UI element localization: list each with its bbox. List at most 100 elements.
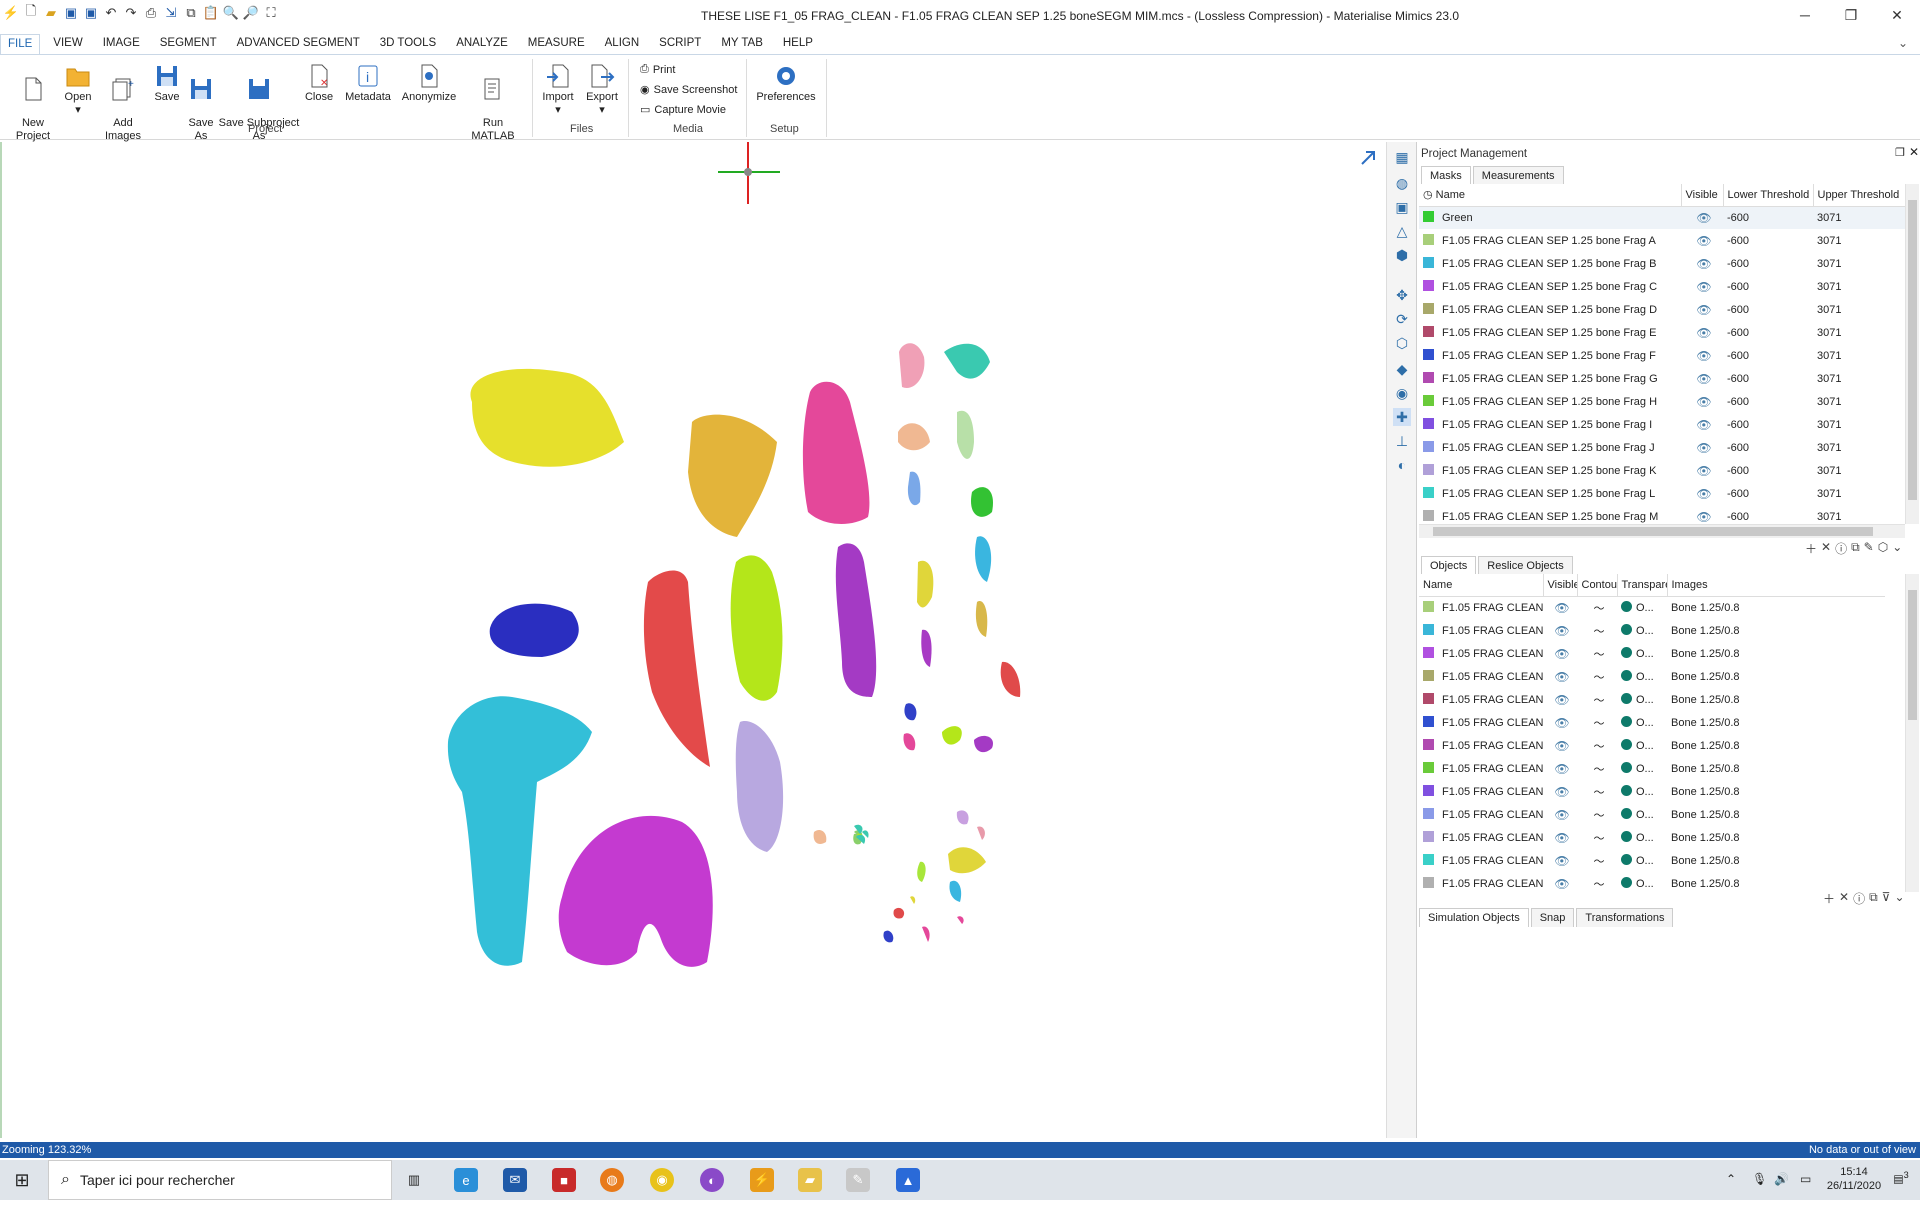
- pan-icon[interactable]: ✥: [1393, 286, 1411, 304]
- scroll-thumb[interactable]: [1908, 200, 1917, 500]
- transparency-cell[interactable]: O...: [1617, 642, 1667, 665]
- view-cube-icon[interactable]: ◆: [1393, 360, 1411, 378]
- contour-icon[interactable]: 〜: [1594, 649, 1605, 661]
- object-name-cell[interactable]: F1.05 FRAG CLEAN S...: [1419, 642, 1543, 665]
- mask-name-cell[interactable]: F1.05 FRAG CLEAN SEP 1.25 bone Frag E: [1419, 321, 1681, 344]
- object-name-cell[interactable]: F1.05 FRAG CLEAN S...: [1419, 596, 1543, 619]
- 3d-scene[interactable]: [2, 142, 1386, 1138]
- visible-toggle[interactable]: 👁: [1681, 436, 1723, 459]
- close-project-button[interactable]: ✕ Close: [304, 63, 334, 104]
- mask-color-swatch[interactable]: [1423, 349, 1434, 360]
- eye-icon[interactable]: 👁: [1554, 762, 1569, 776]
- new-project-button[interactable]: New Project: [12, 63, 54, 143]
- visible-toggle[interactable]: 👁: [1681, 344, 1723, 367]
- object-row[interactable]: F1.05 FRAG CLEAN S... 👁 〜 O... Bone 1.25/0.8: [1419, 826, 1885, 849]
- eye-icon[interactable]: 👁: [1696, 464, 1711, 478]
- eye-icon[interactable]: 👁: [1554, 854, 1569, 868]
- object-row[interactable]: F1.05 FRAG CLEAN S... 👁 〜 O... Bone 1.25/0.8: [1419, 619, 1885, 642]
- visible-toggle[interactable]: 👁: [1681, 390, 1723, 413]
- transparency-cell[interactable]: O...: [1617, 596, 1667, 619]
- transparency-cell[interactable]: O...: [1617, 803, 1667, 826]
- duplicate-icon[interactable]: ⧉: [1851, 540, 1860, 557]
- grid-icon[interactable]: ▦: [1393, 148, 1411, 166]
- tab-reslice-objects[interactable]: Reslice Objects: [1478, 556, 1573, 575]
- mask-color-swatch[interactable]: [1423, 464, 1434, 475]
- column-header-upper[interactable]: Upper Threshold: [1813, 184, 1905, 207]
- taskbar-search[interactable]: ⌕ Taper ici pour rechercher: [48, 1160, 392, 1200]
- visible-toggle[interactable]: 👁: [1681, 275, 1723, 298]
- eye-icon[interactable]: 👁: [1554, 808, 1569, 822]
- firefox-icon[interactable]: ◍: [600, 1168, 624, 1192]
- column-header-transparency[interactable]: Transparency: [1617, 574, 1668, 597]
- visible-toggle[interactable]: 👁: [1543, 757, 1577, 780]
- contours-toggle[interactable]: 〜: [1577, 803, 1617, 826]
- export-button[interactable]: Export ▾: [584, 63, 620, 117]
- cube-icon[interactable]: ⬡: [1878, 540, 1888, 557]
- mask-color-swatch[interactable]: [1423, 257, 1434, 268]
- eye-icon[interactable]: 👁: [1696, 326, 1711, 340]
- visible-toggle[interactable]: 👁: [1543, 642, 1577, 665]
- visible-toggle[interactable]: 👁: [1543, 826, 1577, 849]
- mask-row[interactable]: F1.05 FRAG CLEAN SEP 1.25 bone Frag F 👁 -6…: [1419, 344, 1905, 367]
- mask-color-swatch[interactable]: [1423, 326, 1434, 337]
- visible-toggle[interactable]: 👁: [1681, 505, 1723, 524]
- transparency-cell[interactable]: O...: [1617, 665, 1667, 688]
- mask-row[interactable]: F1.05 FRAG CLEAN SEP 1.25 bone Frag M 👁 -6…: [1419, 505, 1905, 524]
- lower-threshold-cell[interactable]: -600: [1723, 298, 1813, 321]
- eye-icon[interactable]: 👁: [1554, 716, 1569, 730]
- object-row[interactable]: F1.05 FRAG CLEAN S... 👁 〜 O... Bone 1.25/0.8: [1419, 642, 1885, 665]
- lower-threshold-cell[interactable]: -600: [1723, 390, 1813, 413]
- chrome-icon[interactable]: ◉: [650, 1168, 674, 1192]
- task-view-icon[interactable]: ▥: [402, 1168, 426, 1192]
- mask-name-cell[interactable]: F1.05 FRAG CLEAN SEP 1.25 bone Frag F: [1419, 344, 1681, 367]
- visible-toggle[interactable]: 👁: [1681, 206, 1723, 229]
- object-name-cell[interactable]: F1.05 FRAG CLEAN S...: [1419, 826, 1543, 849]
- object-row[interactable]: F1.05 FRAG CLEAN S... 👁 〜 O... Bone 1.25/0.8: [1419, 734, 1885, 757]
- eye-icon[interactable]: 👁: [1554, 647, 1569, 661]
- upper-threshold-cell[interactable]: 3071: [1813, 367, 1905, 390]
- upper-threshold-cell[interactable]: 3071: [1813, 505, 1905, 524]
- object-color-swatch[interactable]: [1423, 601, 1434, 613]
- photos-icon[interactable]: ▲: [896, 1168, 920, 1192]
- eye-icon[interactable]: 👁: [1554, 693, 1569, 707]
- tab-3d-tools[interactable]: 3D TOOLS: [373, 34, 443, 54]
- mask-color-swatch[interactable]: [1423, 487, 1434, 498]
- transparency-cell[interactable]: O...: [1617, 780, 1667, 803]
- save-button[interactable]: Save: [152, 63, 182, 104]
- object-name-cell[interactable]: F1.05 FRAG CLEAN S...: [1419, 803, 1543, 826]
- paint-icon[interactable]: ✎: [1864, 540, 1874, 557]
- mask-name-cell[interactable]: F1.05 FRAG CLEAN SEP 1.25 bone Frag D: [1419, 298, 1681, 321]
- column-header-images[interactable]: Images: [1667, 574, 1885, 597]
- mask-color-swatch[interactable]: [1423, 211, 1434, 223]
- eye-icon[interactable]: 👁: [1696, 303, 1711, 317]
- object-row[interactable]: F1.05 FRAG CLEAN S... 👁 〜 O... Bone 1.25/0.8: [1419, 780, 1885, 803]
- mask-color-swatch[interactable]: [1423, 395, 1434, 406]
- lower-threshold-cell[interactable]: -600: [1723, 321, 1813, 344]
- object-name-cell[interactable]: F1.05 FRAG CLEAN S...: [1419, 619, 1543, 642]
- contour-icon[interactable]: 〜: [1594, 718, 1605, 730]
- import-button[interactable]: Import ▾: [540, 63, 576, 117]
- triangle-icon[interactable]: △: [1393, 222, 1411, 240]
- sphere-icon[interactable]: ◍: [1393, 174, 1411, 192]
- filter-icon[interactable]: ⊽: [1882, 890, 1891, 907]
- object-color-swatch[interactable]: [1423, 624, 1434, 635]
- eye-icon[interactable]: 👁: [1696, 395, 1711, 409]
- object-name-cell[interactable]: F1.05 FRAG CLEAN S...: [1419, 757, 1543, 780]
- mask-name-cell[interactable]: F1.05 FRAG CLEAN SEP 1.25 bone Frag K: [1419, 459, 1681, 482]
- tab-segment[interactable]: SEGMENT: [153, 34, 224, 54]
- tab-script[interactable]: SCRIPT: [652, 34, 708, 54]
- mask-name-cell[interactable]: F1.05 FRAG CLEAN SEP 1.25 bone Frag J: [1419, 436, 1681, 459]
- print-button[interactable]: ⎙ Print: [640, 63, 675, 76]
- mask-row[interactable]: F1.05 FRAG CLEAN SEP 1.25 bone Frag L 👁 -6…: [1419, 482, 1905, 505]
- mask-row[interactable]: F1.05 FRAG CLEAN SEP 1.25 bone Frag G 👁 -6…: [1419, 367, 1905, 390]
- visible-toggle[interactable]: 👁: [1543, 734, 1577, 757]
- visible-toggle[interactable]: 👁: [1543, 711, 1577, 734]
- minimize-icon[interactable]: ─: [1782, 0, 1828, 30]
- tab-align[interactable]: ALIGN: [598, 34, 647, 54]
- visible-toggle[interactable]: 👁: [1681, 252, 1723, 275]
- eye-icon[interactable]: ◉: [1393, 384, 1411, 402]
- upper-threshold-cell[interactable]: 3071: [1813, 252, 1905, 275]
- windows-start-icon[interactable]: ⊞: [10, 1168, 34, 1192]
- object-color-swatch[interactable]: [1423, 739, 1434, 750]
- object-color-swatch[interactable]: [1423, 854, 1434, 865]
